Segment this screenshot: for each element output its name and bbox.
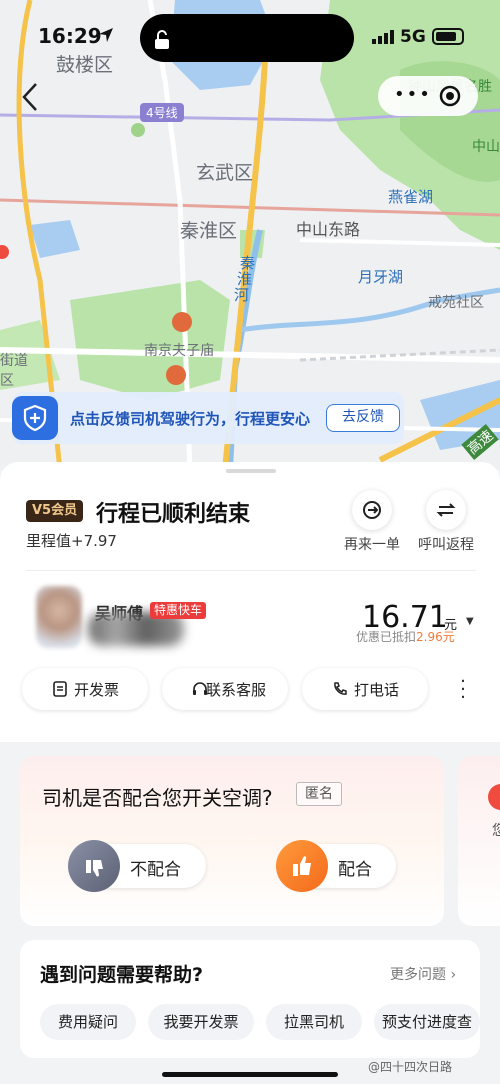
more-questions-link[interactable]: 更多问题 › — [390, 964, 456, 984]
vip-badge: V5会员 — [26, 500, 84, 522]
back-arrow-icon[interactable] — [16, 80, 46, 114]
discount-value: 2.96元 — [416, 630, 455, 644]
watermark: @四十四次日路 — [368, 1060, 453, 1074]
app-root: 鼓楼区 玄武区 秦淮区 中山东路 秦 淮 河 燕雀湖 月牙湖 戒苑社区 南京夫子… — [0, 0, 500, 1084]
return-trip-icon — [436, 503, 456, 517]
thumbs-down-icon — [68, 840, 120, 892]
thumbs-up-icon — [276, 840, 328, 892]
reorder-button[interactable] — [352, 490, 392, 530]
map-label-zhong: 中山 — [472, 139, 500, 155]
help-tag-prepay[interactable]: 预支付进度查 — [374, 1004, 480, 1040]
invoice-label: 开发票 — [74, 681, 120, 699]
signal-icon — [372, 30, 394, 44]
reorder-icon — [363, 501, 381, 519]
fare-expand-icon[interactable]: ▼ — [466, 616, 474, 627]
contact-service-button[interactable]: 联系客服 — [162, 668, 288, 710]
mileage-points: 里程值+7.97 — [26, 532, 117, 550]
feedback-banner-text: 点击反馈司机驾驶行为，行程更安心 — [70, 410, 311, 428]
more-vertical-icon[interactable]: · · · — [458, 673, 468, 707]
help-title: 遇到问题需要帮助? — [40, 964, 204, 986]
locate-target-icon[interactable] — [438, 84, 462, 108]
metro-line-badge: 4号线 — [140, 103, 184, 122]
fare-discount: 优惠已抵扣2.96元 — [356, 630, 455, 644]
trip-status-title: 行程已顺利结束 — [96, 502, 251, 527]
option-cooperate[interactable]: 配合 — [276, 840, 396, 892]
option-cooperate-label: 配合 — [338, 860, 372, 880]
survey-card: 司机是否配合您开关空调? 匿名 不配合 配合 — [20, 756, 444, 926]
dynamic-island — [140, 14, 354, 62]
invoice-button[interactable]: 开发票 — [22, 668, 148, 710]
go-feedback-button[interactable]: 去反馈 — [326, 404, 400, 432]
map-label-yueya-lake: 月牙湖 — [358, 268, 404, 286]
more-dots-icon[interactable]: ••• — [394, 84, 432, 105]
feedback-banner[interactable]: 点击反馈司机驾驶行为，行程更安心 去反馈 — [12, 392, 404, 444]
next-survey-card[interactable]: 您 — [458, 756, 500, 926]
call-driver-label: 打电话 — [354, 681, 400, 699]
help-tag-block-driver[interactable]: 拉黑司机 — [266, 1004, 362, 1040]
car-type-tag: 特惠快车 — [150, 602, 207, 619]
location-arrow-icon — [99, 28, 113, 42]
survey-question: 司机是否配合您开关空调? — [42, 786, 273, 810]
map-label-jiedao: 街道 — [0, 353, 28, 369]
next-survey-icon — [488, 784, 500, 810]
trip-summary-sheet: V5会员 行程已顺利结束 里程值+7.97 再来一单 呼叫返程 吴师傅 特惠快车… — [0, 462, 500, 742]
battery-icon — [432, 28, 464, 45]
map-label-fuzimiao: 南京夫子庙 — [144, 343, 214, 359]
status-bar: 16:29 5G — [0, 0, 500, 70]
anonymous-tag: 匿名 — [296, 782, 342, 806]
map-label-zhongshan-east: 中山东路 — [296, 220, 361, 239]
map-label-river-3: 河 — [234, 286, 250, 304]
call-driver-button[interactable]: 打电话 — [302, 668, 428, 710]
unlock-icon — [155, 30, 169, 49]
status-time: 16:29 — [38, 24, 102, 48]
option-not-cooperate-label: 不配合 — [130, 860, 181, 880]
next-survey-text: 您 — [492, 823, 500, 839]
sheet-divider — [26, 570, 476, 571]
return-trip-label[interactable]: 呼叫返程 — [418, 534, 474, 554]
contact-service-label: 联系客服 — [206, 681, 267, 699]
phone-icon — [334, 682, 347, 695]
help-tag-fee[interactable]: 费用疑问 — [40, 1004, 136, 1040]
map-label-qinhuai: 秦淮区 — [180, 220, 238, 242]
help-card: 遇到问题需要帮助? 更多问题 › 费用疑问 我要开发票 拉黑司机 预支付进度查 — [20, 940, 480, 1058]
network-type: 5G — [400, 27, 426, 47]
sheet-drag-handle[interactable] — [226, 469, 276, 473]
home-indicator[interactable] — [162, 1072, 338, 1077]
map-label-qiyuan: 戒苑社区 — [428, 295, 484, 311]
map-controls: ••• — [378, 76, 478, 116]
map-label-qu: 区 — [0, 373, 14, 389]
map-label-xuanwu: 玄武区 — [196, 162, 254, 184]
map-label-yanque-lake: 燕雀湖 — [388, 188, 434, 206]
driver-avatar — [36, 586, 82, 648]
help-tag-invoice[interactable]: 我要开发票 — [148, 1004, 254, 1040]
return-trip-button[interactable] — [426, 490, 466, 530]
option-not-cooperate[interactable]: 不配合 — [68, 840, 206, 892]
invoice-icon — [53, 681, 67, 697]
shield-plus-icon — [12, 396, 58, 440]
reorder-label[interactable]: 再来一单 — [344, 534, 400, 554]
